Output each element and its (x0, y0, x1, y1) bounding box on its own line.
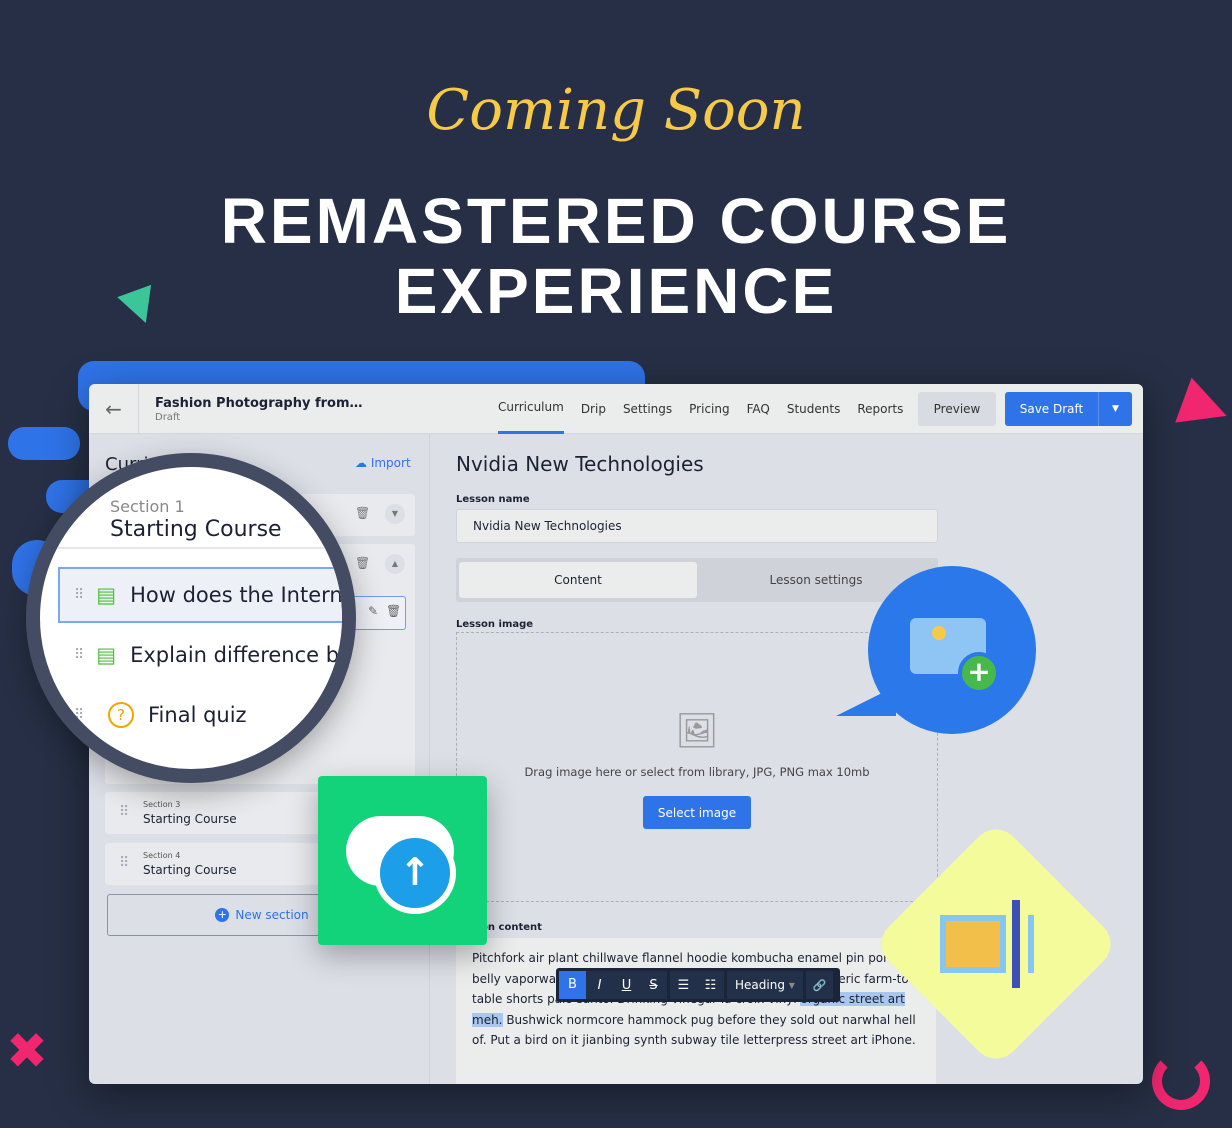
drag-handle-icon: ⠿ (74, 647, 84, 663)
tab-students[interactable]: Students (787, 384, 841, 434)
tab-settings[interactable]: Settings (623, 384, 672, 434)
triangle-decoration (1175, 377, 1232, 439)
course-title: Fashion Photography from… (155, 396, 363, 411)
section-card[interactable]: ⠿ Section 4 Starting Course (105, 843, 335, 885)
section-label: Section 1 (110, 497, 185, 516)
drag-handle-icon[interactable]: ⠿ (119, 855, 139, 871)
trash-icon[interactable]: 🗑 (355, 556, 370, 570)
magnifier-lens: Section 1 Starting Course ⠿ ▤ How does the… (26, 453, 356, 783)
trash-icon[interactable]: 🗑 (386, 604, 401, 618)
section-name: Starting Course (143, 863, 237, 877)
chevron-down-icon[interactable]: ▼ (1098, 392, 1132, 426)
tab-reports[interactable]: Reports (857, 384, 903, 434)
add-image-icon: + (836, 566, 1036, 734)
lesson-heading: Nvidia New Technologies (456, 452, 704, 476)
cloud-upload-icon: ☁ (355, 456, 367, 470)
link-icon[interactable]: 🔗 (806, 979, 833, 992)
bold-button[interactable]: B (559, 971, 586, 999)
lesson-name-label: Lesson name (456, 494, 530, 505)
nav-tabs: Curriculum Drip Settings Pricing FAQ Stu… (498, 384, 903, 434)
decor-bar (8, 427, 80, 460)
drop-hint: Drag image here or select from library, … (524, 765, 870, 779)
preview-button[interactable]: Preview (918, 392, 996, 426)
edit-icon[interactable]: ✎ (368, 604, 378, 618)
underline-button[interactable]: U (613, 978, 640, 993)
lesson-image-label: Lesson image (456, 619, 534, 630)
header-bar: ← Fashion Photography from… Draft Curric… (89, 384, 1143, 434)
cursor-bar (1012, 900, 1020, 988)
x-decoration: ✖ (6, 1022, 48, 1080)
tab-curriculum[interactable]: Curriculum (498, 384, 564, 434)
save-draft-button: Save Draft ▼ (1005, 392, 1132, 426)
question-icon: ? (108, 702, 134, 728)
chevron-down-icon[interactable]: ▼ (385, 504, 405, 524)
save-draft-label[interactable]: Save Draft (1005, 392, 1098, 426)
ordered-list-icon[interactable]: ☷ (697, 978, 724, 993)
document-icon: ▤ (96, 643, 117, 667)
select-image-button[interactable]: Select image (643, 796, 751, 829)
strikethrough-button[interactable]: S (640, 978, 667, 993)
import-button[interactable]: ☁ Import (355, 456, 411, 470)
coming-soon-heading: Coming Soon (426, 78, 806, 143)
lesson-name-input[interactable]: Nvidia New Technologies (456, 509, 938, 543)
format-toolbar: BIUS ☰ ☷ Heading ▼ 🔗 (556, 968, 840, 1002)
cursor-bar (1028, 915, 1034, 973)
course-status: Draft (155, 412, 181, 423)
drag-handle-icon: ⠿ (74, 707, 84, 723)
lesson-tabs: Content Lesson settings (456, 558, 938, 602)
heading-dropdown[interactable]: Heading ▼ (727, 971, 803, 999)
tab-content[interactable]: Content (459, 562, 697, 598)
tab-pricing[interactable]: Pricing (689, 384, 729, 434)
section-card[interactable]: ⠿ Section 3 Starting Course (105, 792, 335, 834)
plus-icon: + (215, 908, 230, 922)
section-label: Section 3 (143, 800, 181, 809)
ring-decoration (1152, 1052, 1210, 1110)
document-icon: ▤ (96, 583, 117, 607)
quiz-item[interactable]: ⠿? Final quiz (74, 695, 342, 735)
image-dropzone[interactable]: 🖼 Drag image here or select from library… (456, 632, 938, 902)
hero-title: REMASTERED COURSE EXPERIENCE (220, 185, 1012, 327)
tab-faq[interactable]: FAQ (747, 384, 770, 434)
cloud-upload-icon: ↑ (318, 776, 487, 945)
section-name: Starting Course (143, 812, 237, 826)
italic-button[interactable]: I (586, 978, 613, 993)
chevron-down-icon: ▼ (788, 980, 795, 990)
tab-drip[interactable]: Drip (581, 384, 606, 434)
section-label: Section 4 (143, 851, 181, 860)
back-arrow-icon[interactable]: ← (89, 384, 139, 434)
bullet-list-icon[interactable]: ☰ (670, 978, 697, 993)
image-icon: 🖼 (675, 711, 719, 751)
lesson-item[interactable]: ⠿▤Explain difference between (74, 635, 342, 675)
trash-icon[interactable]: 🗑 (355, 506, 370, 520)
chevron-up-icon[interactable]: ▲ (385, 554, 405, 574)
section-name: Starting Course (110, 517, 282, 542)
text-cursor-image-icon (940, 915, 1006, 973)
drag-handle-icon[interactable]: ⠿ (119, 804, 139, 820)
content-editor[interactable]: Pitchfork air plant chillwave flannel ho… (456, 938, 936, 1084)
drag-handle-icon: ⠿ (74, 587, 84, 603)
lesson-item[interactable]: ⠿▤How does the Internet work? (58, 567, 342, 623)
